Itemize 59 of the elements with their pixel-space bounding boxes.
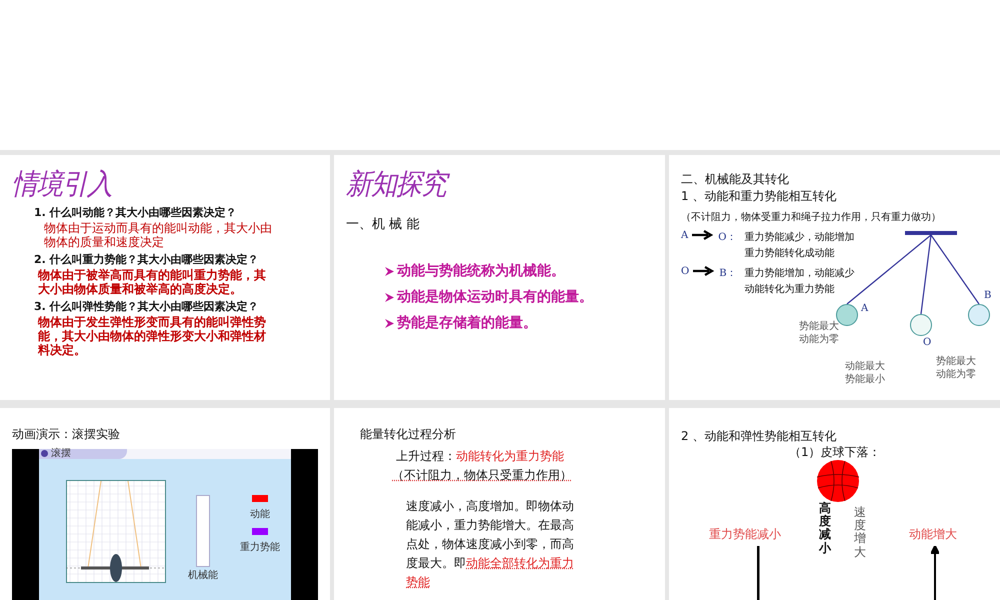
point-label: A	[861, 303, 868, 314]
caption-text: 势能最大 动能为零	[936, 355, 976, 381]
point-label: O	[923, 337, 932, 348]
point-label: O	[681, 266, 690, 277]
slide-thumbnail[interactable]: 新知探究 一、机 械 能 动能与势能统称为机械能。 动能是物体运动时具有的能量。 势能是存储着的能量。	[334, 155, 665, 400]
answer-text: 物体由于被举高而具有的能叫重力势能，其大小由物体质量和被举高的高度决定。	[38, 268, 267, 296]
answer-text: 物体由于发生弹性形变而具有的能叫弹性势能，其大小由物体的弹性形变大小和弹性材料决定。	[38, 315, 267, 357]
legend-label: 重力势能	[240, 542, 280, 553]
legend-label: 动能	[250, 510, 270, 520]
point-label: O：	[718, 230, 736, 244]
transition-text: 动能转化为重力势能	[744, 282, 836, 296]
slide-thumbnail[interactable]: 情境引入 1. 什么叫动能？其大小由哪些因素决定？ 物体由于运动而具有的能叫动能，其大小由物体的质量和速度决定 2. 什么叫重力势能？其大小由哪些因素决定？ 物体由于被举高而具有的能叫重力势能，其大小由物体质量和被举高的高度决定。 3. 什么叫弹性势能？其大小由哪些因素决定？ 物体由于发生弹性形变而具有的能叫弹性势能，其大小由物体的弹性形变大小和弹性材料决定。	[0, 155, 330, 400]
app-logo-icon	[41, 450, 48, 458]
section-heading: 一、机 械 能	[346, 216, 420, 234]
up-arrow	[931, 546, 939, 600]
arrow-icon	[692, 230, 714, 240]
bullet-text: 势能是存储着的能量。	[397, 314, 537, 332]
slide-heading: 能量转化过程分析	[360, 426, 456, 443]
energy-label: 重力势能减小	[709, 526, 781, 543]
window-title: 滚摆	[51, 448, 71, 459]
caption-text: 势能最大 动能为零	[799, 320, 839, 346]
point-label: B	[984, 290, 992, 301]
bullet-text: 动能与势能统称为机械能。	[397, 262, 565, 280]
bullet-text: 动能是物体运动时具有的能量。	[397, 288, 593, 306]
bullet-arrow-icon	[384, 292, 395, 303]
question-text: 2. 什么叫重力势能？其大小由哪些因素决定？	[34, 253, 259, 267]
slide-title: 情境引入	[12, 167, 112, 204]
point-label: B：	[719, 266, 737, 280]
caption-text: 动能最大 势能最小	[845, 360, 885, 386]
section-heading: 二、机械能及其转化	[681, 171, 789, 188]
process-text: 上升过程：动能转化为重力势能	[396, 448, 564, 465]
subheading: 1 、动能和重力势能相互转化	[681, 188, 836, 205]
pendulum-bar	[905, 231, 957, 235]
note-text: （不计阻力，物体只受重力作用）	[392, 466, 572, 484]
arrow-icon	[693, 266, 716, 276]
answer-text: 物体由于运动而具有的能叫动能，其大小由物体的质量和速度决定	[44, 221, 273, 249]
slide-heading: 动画演示：滚摆实验	[12, 426, 120, 443]
question-text: 3. 什么叫弹性势能？其大小由哪些因素决定？	[34, 300, 259, 314]
section-heading: 2 、动能和弹性势能相互转化	[681, 428, 836, 445]
transition-text: 重力势能减少，动能增加	[744, 230, 854, 244]
bullet-arrow-icon	[384, 266, 395, 277]
question-text: 1. 什么叫动能？其大小由哪些因素决定？	[34, 206, 237, 220]
energy-label: 动能增大	[909, 526, 957, 543]
down-line	[757, 546, 760, 600]
bullet-arrow-icon	[384, 318, 395, 329]
point-label: A	[681, 230, 688, 241]
bar-label: 机械能	[188, 570, 218, 581]
vertical-label: 速度增大	[854, 506, 866, 559]
slide-thumbnail[interactable]: 二、机械能及其转化 1 、动能和重力势能相互转化 （不计阻力，物体受重力和绳子拉力作用，只有重力做功） A O： 重力势能减少，动能增加 重力势能转化成动能 O B： 重力势能增加，动能减少 动能转化为重力势能 A O B 势能最大 动能为零 动能最大 势能最小 势能最大 动能为零	[669, 155, 1000, 400]
transition-text: 重力势能转化成动能	[744, 246, 836, 260]
slide-thumbnail[interactable]: 动画演示：滚摆实验 滚摆 机械能 动能 重力势能	[0, 408, 330, 600]
ball-icon	[817, 460, 859, 502]
transition-text: 重力势能增加，动能减少	[744, 266, 855, 280]
slide-thumbnail[interactable]: 2 、动能和弹性势能相互转化 （1）皮球下落： 高度减小 速度增大 重力势能减小 动能增大	[669, 408, 1000, 600]
paragraph-text: 速度减小，高度增加。即物体动能减小，重力势能增大。在最高点处，物体速度减小到零，而高度最大。即动能全部转化为重力势能	[406, 498, 575, 591]
vertical-label: 高度减小	[819, 502, 831, 555]
note-text: （不计阻力，物体受重力和绳子拉力作用，只有重力做功）	[681, 212, 941, 223]
slide-thumbnail[interactable]: 能量转化过程分析 上升过程：动能转化为重力势能 （不计阻力，物体只受重力作用） 速度减小，高度增加。即物体动能减小，重力势能增大。在最高点处，物体速度减小到零，而高度最大。即动能全部转化为重力势能	[334, 408, 665, 600]
subheading: （1）皮球下落：	[789, 444, 881, 461]
